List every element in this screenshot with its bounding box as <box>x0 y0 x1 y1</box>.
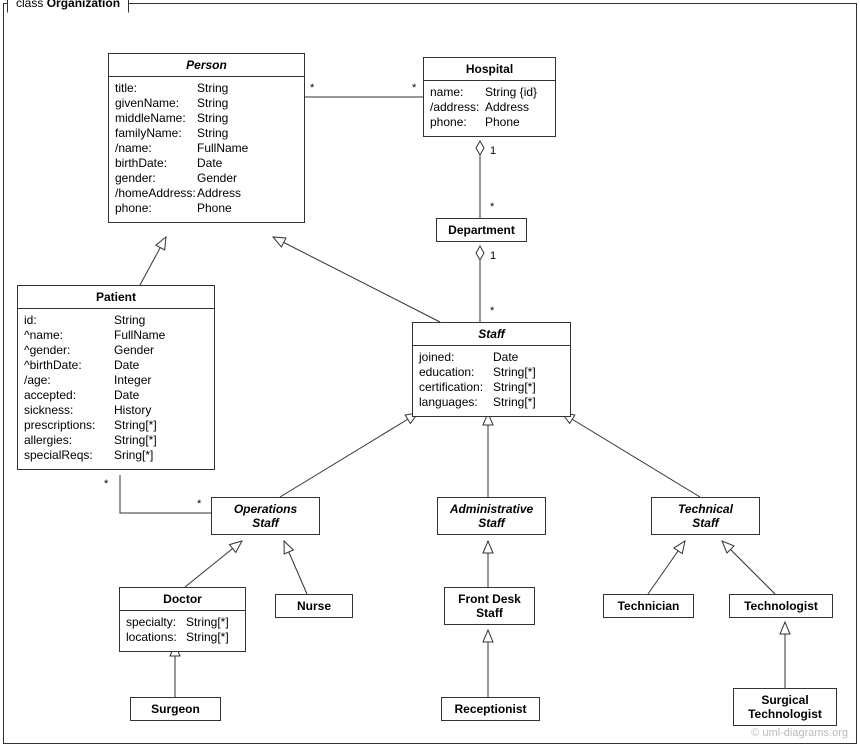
class-nurse: Nurse <box>275 594 353 618</box>
class-title: Doctor <box>120 588 245 611</box>
class-department: Department <box>436 218 527 242</box>
class-title: Technologist <box>730 595 832 617</box>
mult-label: 1 <box>490 145 496 157</box>
mult-label: * <box>490 201 494 213</box>
class-title: Technician <box>604 595 693 617</box>
class-administrative-staff: AdministrativeStaff <box>437 497 546 535</box>
class-doctor: Doctor specialty:String[*] locations:Str… <box>119 587 246 652</box>
class-attrs: joined:Date education:String[*] certific… <box>413 346 570 416</box>
mult-label: * <box>490 305 494 317</box>
class-operations-staff: OperationsStaff <box>211 497 320 535</box>
diagram: class Organization <box>0 0 860 747</box>
frame-title: Organization <box>47 0 120 10</box>
class-title: Front DeskStaff <box>445 588 534 624</box>
class-title: Receptionist <box>442 698 539 720</box>
class-title: Patient <box>18 286 214 309</box>
class-person: Person title:String givenName:String mid… <box>108 53 305 223</box>
class-title: Department <box>437 219 526 241</box>
class-title: Nurse <box>276 595 352 617</box>
class-title: AdministrativeStaff <box>438 498 545 534</box>
class-title: Surgeon <box>131 698 220 720</box>
class-surgeon: Surgeon <box>130 697 221 721</box>
frame-title-prefix: class <box>16 0 47 10</box>
class-attrs: specialty:String[*] locations:String[*] <box>120 611 245 651</box>
mult-label: * <box>310 82 314 94</box>
class-title: OperationsStaff <box>212 498 319 534</box>
mult-label: * <box>412 82 416 94</box>
watermark: © uml-diagrams.org <box>751 727 848 739</box>
class-technical-staff: TechnicalStaff <box>651 497 760 535</box>
class-technologist: Technologist <box>729 594 833 618</box>
mult-label: 1 <box>490 250 496 262</box>
class-attrs: id:String ^name:FullName ^gender:Gender … <box>18 309 214 469</box>
class-front-desk-staff: Front DeskStaff <box>444 587 535 625</box>
class-patient: Patient id:String ^name:FullName ^gender… <box>17 285 215 470</box>
mult-label: * <box>104 478 108 490</box>
mult-label: * <box>197 498 201 510</box>
class-title: Person <box>109 54 304 77</box>
frame-title-tab: class Organization <box>7 0 129 13</box>
class-title: Hospital <box>424 58 555 81</box>
class-attrs: title:String givenName:String middleName… <box>109 77 304 222</box>
class-staff: Staff joined:Date education:String[*] ce… <box>412 322 571 417</box>
class-hospital: Hospital name:String {id} /address:Addre… <box>423 57 556 137</box>
class-technician: Technician <box>603 594 694 618</box>
class-receptionist: Receptionist <box>441 697 540 721</box>
class-title: Staff <box>413 323 570 346</box>
class-attrs: name:String {id} /address:Address phone:… <box>424 81 555 136</box>
class-title: TechnicalStaff <box>652 498 759 534</box>
class-title: SurgicalTechnologist <box>734 689 836 725</box>
class-surgical-technologist: SurgicalTechnologist <box>733 688 837 726</box>
